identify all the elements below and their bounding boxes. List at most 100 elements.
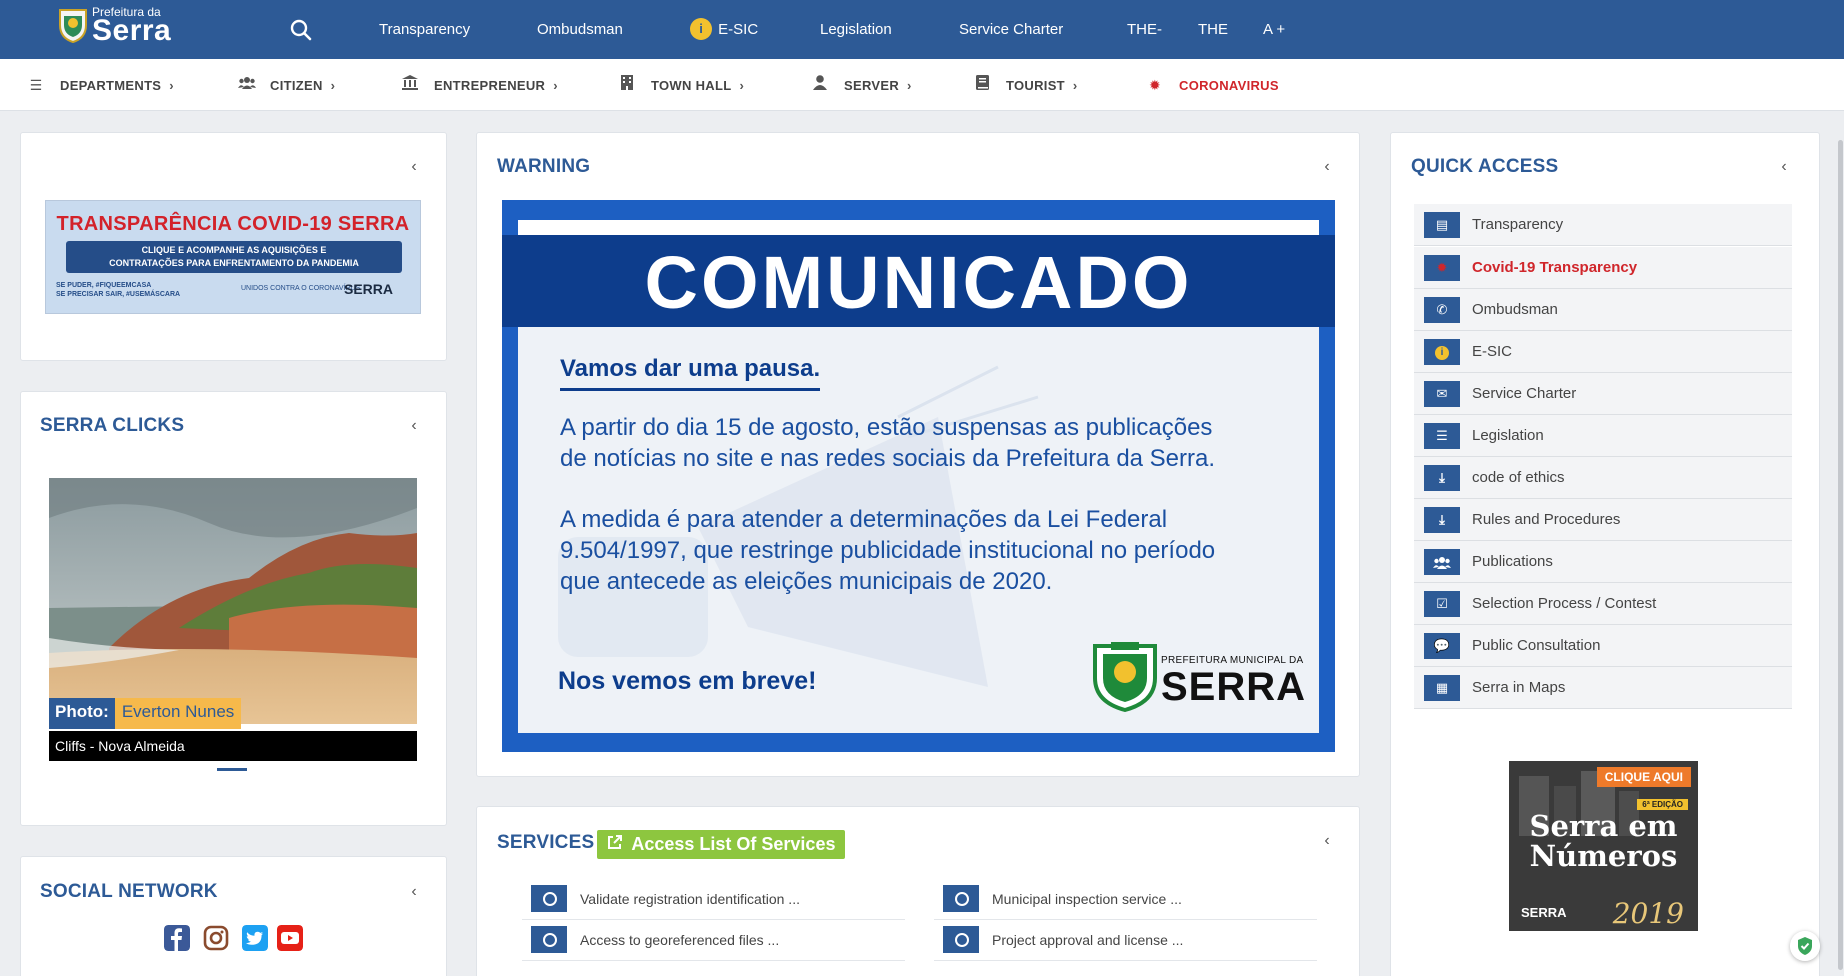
nav-ombudsman[interactable]: Ombudsman (537, 0, 623, 59)
quick-access-covid[interactable]: ✹ Covid-19 Transparency (1414, 247, 1792, 289)
social-network-title: SOCIAL NETWORK (40, 881, 218, 902)
notice-logo-big: SERRA (1161, 665, 1307, 709)
font-increase-button[interactable]: A + (1263, 0, 1285, 59)
subnav-entrepreneur[interactable]: ENTREPRENEUR › (402, 59, 558, 111)
chevron-right-icon: › (330, 78, 336, 93)
collapse-chevron-icon[interactable]: ‹ (406, 883, 422, 901)
book-icon (974, 59, 990, 111)
quick-access-esic[interactable]: i E-SIC (1414, 331, 1792, 373)
comments-icon: 💬 (1424, 633, 1460, 659)
nav-legislation[interactable]: Legislation (820, 0, 892, 59)
service-item-label: Municipal inspection service ... (992, 891, 1182, 907)
subnav-coronavirus[interactable]: ✹ CORONAVIRUS (1147, 59, 1279, 111)
collapse-chevron-icon[interactable]: ‹ (1319, 158, 1335, 176)
site-logo[interactable]: Prefeitura da Serra (58, 4, 171, 46)
city-emblem-icon (1093, 642, 1157, 712)
youtube-icon[interactable] (277, 925, 303, 951)
carousel-photo[interactable] (49, 478, 417, 724)
access-services-link[interactable]: Access List Of Services (597, 830, 846, 859)
nav-transparency[interactable]: Transparency (379, 0, 470, 59)
quick-access-label: Selection Process / Contest (1472, 595, 1657, 612)
banner-hashtag-line: SE PRECISAR SAIR, #USEMÁSCARA (56, 291, 181, 298)
subnav-label: TOWN HALL (651, 78, 732, 93)
info-icon: i (690, 17, 712, 40)
banner-title-line: Números (1529, 839, 1678, 873)
page-scrollbar[interactable] (1838, 140, 1843, 970)
instagram-icon[interactable] (203, 925, 229, 951)
contrast-button[interactable]: THE (1198, 0, 1228, 59)
quick-access-transparency[interactable]: ▤ Transparency (1414, 204, 1792, 246)
covid-transparency-banner[interactable]: TRANSPARÊNCIA COVID-19 SERRA CLIQUE E AC… (45, 200, 421, 314)
notice-body: Vamos dar uma pausa. A partir do dia 15 … (518, 327, 1319, 733)
subnav-town-hall[interactable]: TOWN HALL › (619, 59, 744, 111)
external-link-icon (607, 830, 627, 859)
category-nav: ☰ DEPARTMENTS › CITIZEN › ENTREPRENEUR › TOW… (0, 59, 1844, 111)
subnav-departments[interactable]: ☰ DEPARTMENTS › (28, 59, 174, 111)
carousel-indicator[interactable] (217, 768, 247, 771)
banner-logo-text: SERRA (344, 281, 394, 297)
download-icon: ⤓ (1424, 507, 1460, 533)
service-item[interactable]: Municipal inspection service ... (934, 880, 1317, 920)
quick-access-label: Publications (1472, 553, 1553, 570)
nav-esic-label: E-SIC (718, 21, 759, 38)
quick-access-ombudsman[interactable]: ✆ Ombudsman (1414, 289, 1792, 331)
notice-line: que antecede as eleições municipais de 2… (560, 568, 1053, 595)
info-icon: i (1424, 339, 1460, 365)
quick-access-serra-in-maps[interactable]: ▦ Serra in Maps (1414, 667, 1792, 709)
user-icon (812, 59, 828, 111)
book-icon: ▤ (1424, 212, 1460, 238)
contrast-decrease-button[interactable]: THE- (1127, 0, 1162, 59)
subnav-label: ENTREPRENEUR (434, 78, 546, 93)
banner-cta-box: CLIQUE E ACOMPANHE AS AQUISIÇÕES E CONTR… (66, 241, 402, 273)
service-item-label: Validate registration identification ... (580, 891, 800, 907)
banner-cta-line: CLIQUE E ACOMPANHE AS AQUISIÇÕES E (141, 245, 327, 255)
subnav-label: CITIZEN (270, 78, 323, 93)
quick-access-legislation[interactable]: ☰ Legislation (1414, 415, 1792, 457)
collapse-chevron-icon[interactable]: ‹ (406, 158, 422, 176)
checkbox-icon: ☑ (1424, 591, 1460, 617)
users-icon (238, 59, 256, 111)
subnav-label: TOURIST (1006, 78, 1065, 93)
chevron-right-icon: › (907, 78, 912, 93)
photo-caption: Cliffs - Nova Almeida (49, 731, 417, 761)
collapse-chevron-icon[interactable]: ‹ (406, 417, 422, 435)
nav-esic[interactable]: i E-SIC (690, 0, 758, 59)
quick-access-service-charter[interactable]: ✉ Service Charter (1414, 373, 1792, 415)
quick-access-publications[interactable]: Publications (1414, 541, 1792, 583)
service-item[interactable]: Access to georeferenced files ... (522, 921, 905, 961)
search-icon[interactable] (289, 18, 313, 42)
subnav-server[interactable]: SERVER › (812, 59, 912, 111)
top-header: Prefeitura da Serra Transparency Ombudsm… (0, 0, 1844, 59)
collapse-chevron-icon[interactable]: ‹ (1776, 158, 1792, 176)
circle-icon (943, 885, 979, 912)
building-columns-icon (402, 59, 418, 111)
comunicado-notice: COMUNICADO Vamos dar uma pausa. A partir… (502, 200, 1335, 752)
chevron-right-icon: › (1072, 78, 1078, 93)
quick-access-selection-process[interactable]: ☑ Selection Process / Contest (1414, 583, 1792, 625)
notice-line: A partir do dia 15 de agosto, estão susp… (560, 414, 1213, 441)
subnav-citizen[interactable]: CITIZEN › (238, 59, 335, 111)
security-shield-icon[interactable] (1790, 931, 1820, 961)
service-item-label: Access to georeferenced files ... (580, 932, 780, 948)
quick-access-label: E-SIC (1472, 343, 1513, 360)
service-item[interactable]: Project approval and license ... (934, 921, 1317, 961)
serra-em-numeros-banner[interactable]: CLIQUE AQUI 6ª EDIÇÃO Serra em Números S… (1509, 761, 1698, 931)
virus-icon: ✹ (1148, 77, 1162, 93)
nav-service-charter[interactable]: Service Charter (959, 0, 1063, 59)
collapse-chevron-icon[interactable]: ‹ (1319, 832, 1335, 850)
services-title: SERVICES (497, 832, 595, 853)
service-item-label: Project approval and license ... (992, 932, 1184, 948)
quick-access-public-consultation[interactable]: 💬 Public Consultation (1414, 625, 1792, 667)
quick-access-label: code of ethics (1472, 469, 1565, 486)
subnav-tourist[interactable]: TOURIST › (974, 59, 1078, 111)
quick-access-rules[interactable]: ⤓ Rules and Procedures (1414, 499, 1792, 541)
notice-paragraph-2: A medida é para atender a determinações … (560, 504, 1319, 597)
access-services-label: Access List Of Services (631, 834, 836, 854)
subnav-label: DEPARTMENTS (60, 78, 162, 93)
twitter-icon[interactable] (242, 925, 268, 951)
banner-title-line: Serra em (1529, 809, 1678, 843)
quick-access-code-of-ethics[interactable]: ⤓ code of ethics (1414, 457, 1792, 499)
facebook-icon[interactable] (164, 925, 190, 951)
chevron-right-icon: › (169, 78, 174, 93)
service-item[interactable]: Validate registration identification ... (522, 880, 905, 920)
